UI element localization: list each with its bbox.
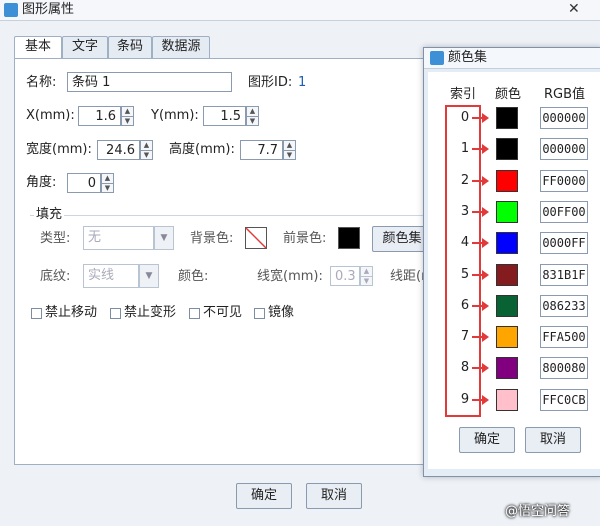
pattern-label: 底纹: (40, 269, 71, 284)
no-color-swatch[interactable] (245, 227, 267, 249)
color-swatch-2[interactable] (496, 170, 518, 192)
color-swatch-4[interactable] (496, 232, 518, 254)
type-label: 类型: (40, 231, 71, 246)
index-highlight-box (445, 105, 481, 417)
x-field[interactable]: 1.6 (78, 106, 121, 126)
foreground-color-label: 前景色: (283, 231, 327, 246)
angle-spinner[interactable]: ▲ ▼ (101, 173, 114, 193)
lock-move-checkbox[interactable] (31, 308, 42, 319)
rgb-field-5[interactable]: 831B1F (540, 264, 588, 286)
fill-group-border (30, 215, 428, 216)
color-swatch-9[interactable] (496, 389, 518, 411)
tab-barcode[interactable]: 条码 (108, 36, 152, 58)
dialog-ok-button[interactable]: 确定 (459, 427, 515, 453)
lock-resize-checkbox[interactable] (110, 308, 121, 319)
height-field[interactable]: 7.7 (240, 140, 283, 160)
color-header: 颜色 (495, 87, 522, 102)
color-set-title: 颜色集 (448, 50, 488, 65)
window-title: 图形属性 (22, 2, 75, 17)
dialog-icon (430, 51, 444, 65)
x-label: X(mm): (26, 108, 75, 123)
color-swatch-1[interactable] (496, 138, 518, 160)
name-label: 名称: (26, 75, 57, 90)
name-field[interactable]: 条码 1 (67, 72, 232, 92)
rgb-field-0[interactable]: 000000 (540, 107, 588, 129)
rgb-field-9[interactable]: FFC0CB (540, 389, 588, 411)
line-width-spinner[interactable]: ▲ ▼ (360, 266, 373, 286)
mirror-label: 镜像 (268, 305, 295, 320)
id-label: 图形ID: (248, 75, 293, 90)
rgb-field-7[interactable]: FFA500 (540, 326, 588, 348)
rgb-field-8[interactable]: 800080 (540, 357, 588, 379)
line-width-label: 线宽(mm): (257, 269, 323, 284)
x-spinner[interactable]: ▲ ▼ (121, 106, 134, 126)
chevron-down-icon[interactable]: ▼ (154, 226, 174, 250)
width-label: 宽度(mm): (26, 142, 92, 157)
color-swatch-6[interactable] (496, 295, 518, 317)
tab-basic[interactable]: 基本 (14, 36, 62, 59)
background-color-label: 背景色: (190, 231, 234, 246)
width-spinner[interactable]: ▲ ▼ (140, 140, 153, 160)
color-swatch-3[interactable] (496, 201, 518, 223)
height-label: 高度(mm): (169, 142, 235, 157)
y-spinner[interactable]: ▲ ▼ (246, 106, 259, 126)
color-swatch-5[interactable] (496, 264, 518, 286)
window-title-bar (0, 0, 600, 21)
y-label: Y(mm): (151, 108, 199, 123)
y-field[interactable]: 1.5 (203, 106, 246, 126)
rgb-field-1[interactable]: 000000 (540, 138, 588, 160)
chevron-down-icon[interactable]: ▼ (139, 264, 159, 288)
rgb-header: RGB值 (544, 87, 586, 102)
mirror-checkbox[interactable] (254, 308, 265, 319)
rgb-field-4[interactable]: 0000FF (540, 232, 588, 254)
line-width-field[interactable]: 0.3 (330, 266, 360, 286)
pattern-select[interactable]: 实线 (83, 264, 139, 288)
tab-text[interactable]: 文字 (62, 36, 108, 58)
invisible-label: 不可见 (203, 305, 243, 320)
color-swatch-0[interactable] (496, 107, 518, 129)
color-label: 颜色: (178, 269, 209, 284)
rgb-field-6[interactable]: 086233 (540, 295, 588, 317)
width-field[interactable]: 24.6 (97, 140, 140, 160)
invisible-checkbox[interactable] (189, 308, 200, 319)
type-select[interactable]: 无 (83, 226, 154, 250)
height-spinner[interactable]: ▲ ▼ (283, 140, 296, 160)
ok-button[interactable]: 确定 (236, 483, 292, 509)
color-swatch-8[interactable] (496, 357, 518, 379)
foreground-color-swatch[interactable] (338, 227, 360, 249)
app-icon (4, 3, 18, 17)
tab-datasource[interactable]: 数据源 (152, 36, 210, 58)
angle-field[interactable]: 0 (67, 173, 101, 193)
angle-label: 角度: (26, 175, 57, 190)
close-icon[interactable]: ✕ (568, 0, 580, 18)
cancel-button[interactable]: 取消 (306, 483, 362, 509)
index-header: 索引 (450, 87, 477, 102)
rgb-field-3[interactable]: 00FF00 (540, 201, 588, 223)
watermark: @悟空问答 (505, 504, 571, 519)
id-value: 1 (298, 75, 307, 90)
color-swatch-7[interactable] (496, 326, 518, 348)
lock-move-label: 禁止移动 (45, 305, 98, 320)
rgb-field-2[interactable]: FF0000 (540, 170, 588, 192)
dialog-cancel-button[interactable]: 取消 (525, 427, 581, 453)
fill-group-label: 填充 (34, 206, 65, 224)
lock-resize-label: 禁止变形 (124, 305, 177, 320)
